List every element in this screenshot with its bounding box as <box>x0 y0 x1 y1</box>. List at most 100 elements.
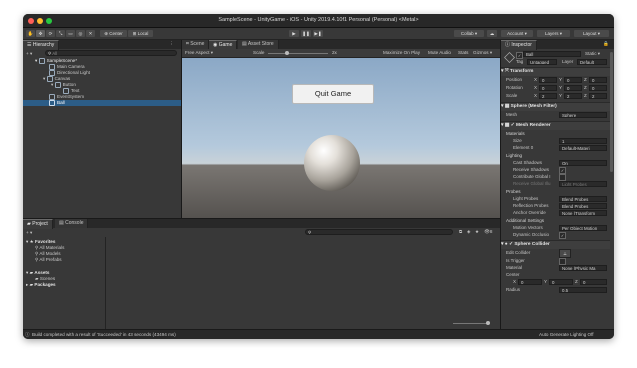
tab-project[interactable]: ▰ Project <box>23 219 53 229</box>
scale-y-field[interactable]: 2 <box>564 93 582 99</box>
tab-hierarchy[interactable]: ☰ Hierarchy <box>23 40 60 50</box>
transform-icon: ▾ ⤧ <box>501 69 510 74</box>
cast-shadows-label: Cast Shadows <box>513 160 543 165</box>
mesh-field[interactable]: Sphere <box>559 112 607 118</box>
step-button[interactable]: ▶❚ <box>313 30 323 37</box>
tab-console[interactable]: ▤ Console <box>55 219 89 228</box>
layer-dropdown[interactable]: Default <box>577 59 607 65</box>
active-checkbox[interactable]: ✓ <box>516 52 523 59</box>
rotation-y-field[interactable]: 0 <box>564 85 582 91</box>
position-y-field[interactable]: 0 <box>564 77 582 83</box>
rect-tool-icon[interactable]: ▭ <box>66 30 75 37</box>
tab-inspector[interactable]: ⓘ Inspector <box>501 40 537 50</box>
quit-game-button[interactable]: Quit Game <box>292 84 374 104</box>
rotation-z-field[interactable]: 0 <box>589 85 607 91</box>
tag-dropdown[interactable]: Untagged <box>527 59 557 65</box>
cloud-icon[interactable]: ☁ <box>487 30 497 37</box>
stats-toggle[interactable]: Stats <box>458 50 468 56</box>
probes-foldout[interactable]: Probes <box>506 189 521 195</box>
pos-y-label: Y <box>559 77 563 82</box>
radius-field[interactable]: 0.5 <box>559 287 607 293</box>
scene-name: SampleScene* <box>46 58 77 64</box>
status-message[interactable]: Build completed with a result of 'Succee… <box>32 332 176 338</box>
game-viewport[interactable]: Quit Game <box>182 58 500 218</box>
receive-shadows-checkbox[interactable]: ✓ <box>559 167 566 174</box>
transform-header[interactable]: ▾ ⤧ Transform <box>501 67 610 76</box>
maximize-on-play-toggle[interactable]: Maximize On Play <box>383 50 420 56</box>
is-trigger-checkbox[interactable] <box>559 258 566 265</box>
scale-z-field[interactable]: 2 <box>589 93 607 99</box>
anchor-override-field[interactable]: None (Transform <box>559 210 607 216</box>
rotation-x-field[interactable]: 0 <box>539 85 557 91</box>
lighting-foldout[interactable]: Lighting <box>506 153 522 159</box>
sphere-collider-header[interactable]: ▾ ● ✓ Sphere Collider <box>501 240 610 249</box>
center-z-field[interactable]: 0 <box>580 279 607 285</box>
custom-tool-icon[interactable]: ✕ <box>86 30 95 37</box>
light-probes-dropdown[interactable]: Blend Probes <box>559 196 607 202</box>
center-y-field[interactable]: 0 <box>549 279 573 285</box>
hand-tool-icon[interactable]: ✋ <box>26 30 35 37</box>
inspector-lock-icon[interactable]: 🔒 <box>603 41 609 47</box>
position-x-field[interactable]: 0 <box>539 77 557 83</box>
dynamic-occlusion-label: Dynamic Occlusio <box>513 232 550 237</box>
aspect-dropdown[interactable]: Free Aspect ▾ <box>185 50 245 56</box>
scale-slider[interactable] <box>268 53 328 54</box>
project-search-input[interactable]: ⚲ <box>305 229 453 235</box>
filter-type-icon[interactable]: ⧉ <box>459 229 462 235</box>
favorite-star-icon[interactable]: ★ <box>475 229 479 235</box>
account-dropdown[interactable]: Account ▾ <box>501 30 533 37</box>
inspector-scrollbar[interactable] <box>610 52 613 172</box>
mute-audio-toggle[interactable]: Mute Audio <box>428 50 451 56</box>
static-dropdown[interactable]: Static ▾ <box>585 51 600 57</box>
icon-size-slider[interactable] <box>453 323 489 324</box>
icon-size-slider-handle[interactable] <box>486 321 490 325</box>
cast-shadows-dropdown[interactable]: On <box>559 160 607 166</box>
tab-asset-store[interactable]: ▤ Asset Store <box>238 40 279 49</box>
center-y-label: Y <box>544 279 548 284</box>
scale-slider-handle[interactable] <box>285 51 289 55</box>
element-field[interactable]: Default-Materi <box>559 145 607 151</box>
filter-label-icon[interactable]: ◈ <box>467 229 471 235</box>
packages-foldout[interactable]: ▸ ▰ Packages <box>26 282 56 288</box>
hierarchy-menu-icon[interactable]: ⋮ <box>169 41 174 47</box>
materials-foldout[interactable]: Materials <box>506 131 525 137</box>
dynamic-occlusion-checkbox[interactable]: ✓ <box>559 232 566 239</box>
hierarchy-add-button[interactable]: + ▾ <box>26 51 32 57</box>
list-item[interactable]: ⚲ All Prefabs <box>35 257 62 263</box>
scale-tool-icon[interactable]: ⤡ <box>56 30 65 37</box>
receive-gi-dropdown[interactable]: Light Probes <box>559 181 607 187</box>
pivot-center-button[interactable]: ⊕ Center <box>100 30 127 37</box>
list-item-selected[interactable]: Ball <box>23 100 181 106</box>
layers-dropdown[interactable]: Layers ▾ <box>537 30 570 37</box>
pause-button[interactable]: ❚❚ <box>301 30 311 37</box>
contribute-gi-checkbox[interactable] <box>559 174 566 181</box>
rotate-tool-icon[interactable]: ⟳ <box>46 30 55 37</box>
tab-scene[interactable]: ⌗ Scene <box>182 40 210 49</box>
scale-x-field[interactable]: 2 <box>539 93 557 99</box>
reflection-probes-dropdown[interactable]: Blend Probes <box>559 203 607 209</box>
collab-button[interactable]: Collab ▾ <box>454 30 484 37</box>
size-field[interactable]: 1 <box>559 138 607 144</box>
hierarchy-search-input[interactable]: ⚲ All <box>45 50 177 56</box>
scale-label: Scale <box>506 93 518 98</box>
motion-vectors-dropdown[interactable]: Per Object Motion <box>559 225 607 231</box>
edit-collider-button[interactable]: ⟂ <box>559 249 571 258</box>
layout-dropdown[interactable]: Layout ▾ <box>574 30 609 37</box>
mesh-renderer-header[interactable]: ▾ ▩ ✓ Mesh Renderer <box>501 121 610 130</box>
project-add-button[interactable]: + ▾ <box>26 230 32 236</box>
mesh-filter-header[interactable]: ▾ ▦ Sphere (Mesh Filter) <box>501 102 610 111</box>
play-button[interactable]: ▶ <box>289 30 299 37</box>
auto-lighting-status[interactable]: Auto Generate Lighting Off <box>539 332 594 338</box>
physic-material-field[interactable]: None (Physic Ma <box>559 265 607 271</box>
move-tool-icon[interactable]: ✥ <box>36 30 45 37</box>
transform-tool-icon[interactable]: ◎ <box>76 30 85 37</box>
additional-settings-foldout[interactable]: Additional Settings <box>506 218 544 224</box>
scene-tab-label: Scene <box>190 41 205 47</box>
center-x-field[interactable]: 0 <box>518 279 542 285</box>
gizmos-dropdown[interactable]: Gizmos ▾ <box>473 50 492 56</box>
position-z-field[interactable]: 0 <box>589 77 607 83</box>
item-label: Button <box>62 82 76 88</box>
object-name-field[interactable]: Ball <box>523 51 581 57</box>
reflection-probes-label: Reflection Probes <box>513 203 549 208</box>
space-local-button[interactable]: ⊞ Local <box>128 30 153 37</box>
